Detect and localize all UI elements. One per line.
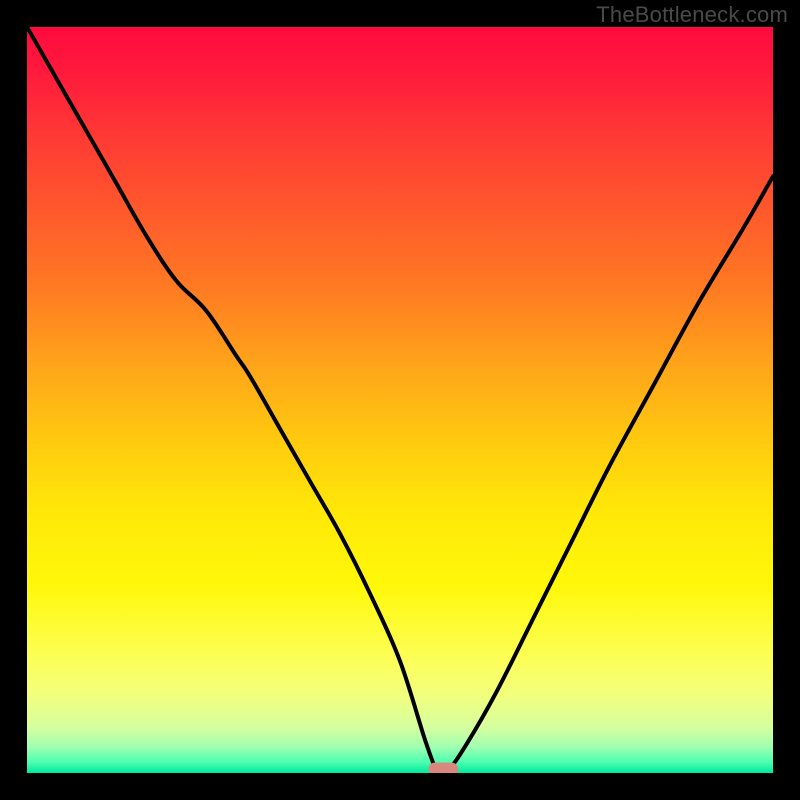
- plot-area: [27, 27, 773, 773]
- chart-container: TheBottleneck.com: [0, 0, 800, 800]
- bottleneck-chart: [27, 27, 773, 773]
- optimal-point-marker: [428, 763, 458, 773]
- attribution-text: TheBottleneck.com: [596, 2, 788, 28]
